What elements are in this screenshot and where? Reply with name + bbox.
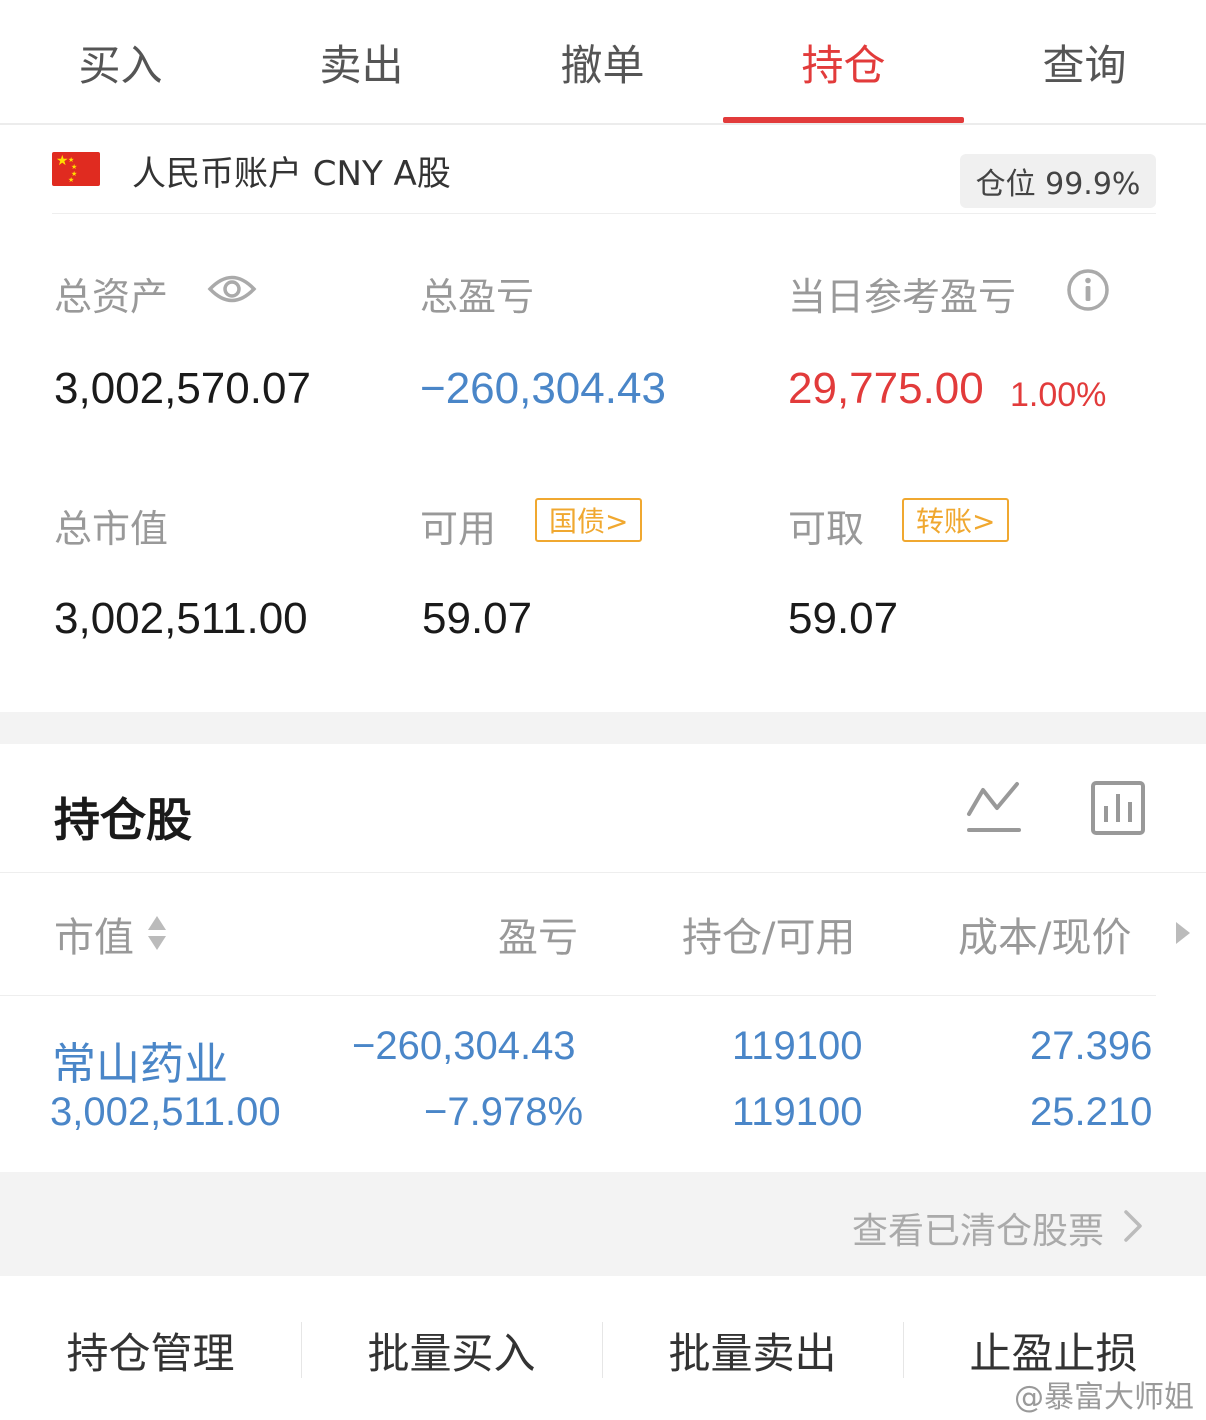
total-assets-label: 总资产 bbox=[54, 275, 169, 319]
column-pnl: 盈亏 bbox=[498, 915, 578, 961]
column-market-value[interactable]: 市值 bbox=[54, 905, 134, 963]
batch-sell-button[interactable]: 批量卖出 bbox=[602, 1300, 903, 1400]
daily-pnl-percent: 1.00% bbox=[1010, 376, 1107, 414]
stock-market-value: 3,002,511.00 bbox=[50, 1090, 281, 1134]
withdrawable-label: 可取 bbox=[788, 507, 865, 551]
account-header: ★ ★ ★ ★ ★ 人民币账户 CNY A股 仓位 99.9% bbox=[52, 138, 1156, 214]
tab-query[interactable]: 查询 bbox=[964, 0, 1205, 125]
caret-right-icon[interactable] bbox=[1172, 920, 1192, 946]
total-pnl-value: −260,304.43 bbox=[420, 364, 666, 413]
chevron-right-icon[interactable] bbox=[1122, 1208, 1144, 1244]
stock-cost: 27.396 bbox=[1030, 1024, 1153, 1068]
line-chart-icon[interactable] bbox=[965, 778, 1023, 836]
manage-holdings-button[interactable]: 持仓管理 bbox=[0, 1300, 301, 1400]
info-icon[interactable] bbox=[1066, 268, 1110, 312]
sort-icon[interactable] bbox=[146, 914, 168, 952]
total-pnl-label: 总盈亏 bbox=[420, 275, 535, 319]
stock-price: 25.210 bbox=[1030, 1090, 1153, 1134]
active-tab-indicator bbox=[723, 117, 964, 123]
tab-bar: 买入 卖出 撤单 持仓 查询 bbox=[0, 0, 1206, 125]
tab-sell[interactable]: 卖出 bbox=[241, 0, 482, 125]
cleared-stocks-link[interactable]: 查看已清仓股票 bbox=[852, 1202, 1104, 1254]
holdings-title: 持仓股 bbox=[54, 793, 192, 847]
column-header-divider bbox=[0, 995, 1156, 996]
watermark: @暴富大师姐 bbox=[1014, 1380, 1194, 1415]
stock-pnl: −260,304.43 bbox=[352, 1024, 576, 1068]
market-value-value: 3,002,511.00 bbox=[54, 594, 308, 643]
cleared-stocks-bar[interactable]: 查看已清仓股票 bbox=[0, 1172, 1206, 1276]
daily-pnl-value: 29,775.00 bbox=[788, 364, 984, 413]
daily-pnl-label: 当日参考盈亏 bbox=[788, 275, 1017, 319]
withdrawable-value: 59.07 bbox=[788, 594, 899, 643]
tab-cancel-order[interactable]: 撤单 bbox=[482, 0, 723, 125]
batch-buy-button[interactable]: 批量买入 bbox=[301, 1300, 602, 1400]
treasury-bond-tag[interactable]: 国债> bbox=[535, 498, 643, 542]
section-separator bbox=[0, 712, 1206, 744]
market-value-label: 总市值 bbox=[54, 507, 169, 551]
stock-pnl-percent: −7.978% bbox=[424, 1090, 584, 1134]
holdings-header-divider bbox=[0, 872, 1206, 873]
china-flag-icon: ★ ★ ★ ★ ★ bbox=[52, 152, 100, 186]
tab-buy[interactable]: 买入 bbox=[0, 0, 241, 125]
tab-holdings[interactable]: 持仓 bbox=[723, 0, 964, 125]
eye-icon[interactable] bbox=[207, 270, 257, 308]
stock-available: 119100 bbox=[732, 1090, 863, 1134]
total-assets-value: 3,002,570.07 bbox=[54, 364, 311, 413]
stock-name[interactable]: 常山药业 bbox=[52, 1028, 228, 1092]
bar-chart-icon[interactable] bbox=[1090, 780, 1146, 836]
available-label: 可用 bbox=[420, 507, 497, 551]
account-name[interactable]: 人民币账户 CNY A股 bbox=[132, 146, 451, 195]
available-value: 59.07 bbox=[422, 594, 533, 643]
column-cost-price: 成本/现价 bbox=[958, 915, 1132, 961]
stock-position: 119100 bbox=[732, 1024, 863, 1068]
transfer-tag[interactable]: 转账> bbox=[902, 498, 1010, 542]
position-ratio-badge: 仓位 99.9% bbox=[960, 154, 1156, 208]
column-position-available: 持仓/可用 bbox=[682, 915, 856, 961]
